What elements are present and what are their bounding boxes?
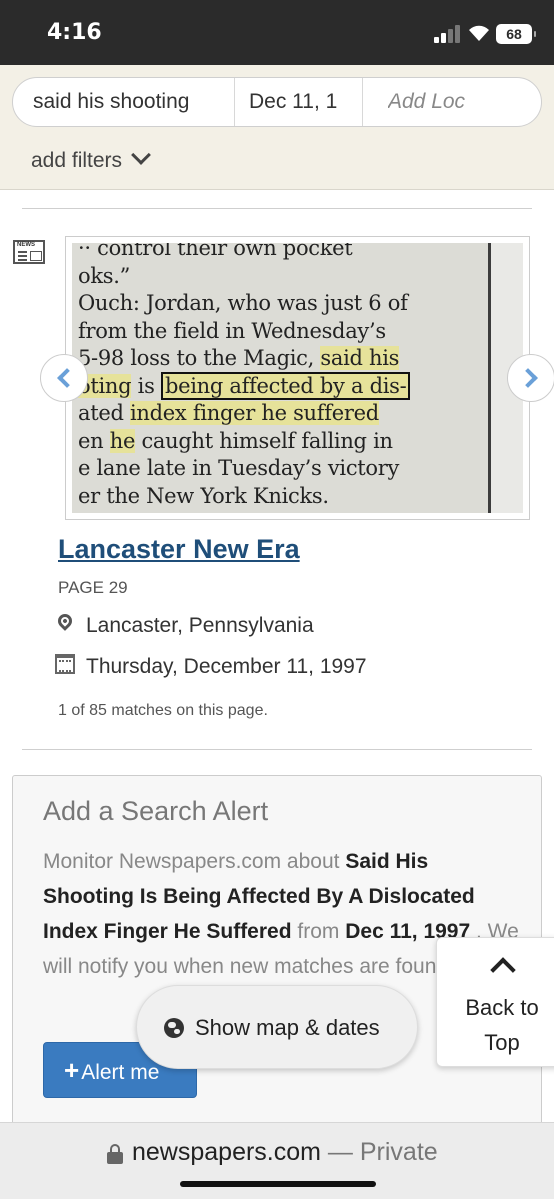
publication-date: Thursday, December 11, 1997 xyxy=(86,655,367,678)
browser-url-bar[interactable]: newspapers.com — Private xyxy=(0,1122,554,1199)
show-map-dates-button[interactable]: Show map & dates xyxy=(136,985,418,1069)
url-private: — Private xyxy=(320,1138,438,1166)
show-map-label: Show map & dates xyxy=(195,1015,380,1040)
clip-text-line: oting is being affected by a dis- xyxy=(78,371,411,400)
chevron-up-icon xyxy=(490,957,516,983)
clip-text-area: ·· control their own pocket oks.” Ouch: Jo… xyxy=(72,243,523,513)
clip-text: er the New York Knicks. xyxy=(78,483,329,508)
battery-icon: 68 xyxy=(496,24,536,44)
home-indicator xyxy=(180,1181,376,1187)
calendar-icon xyxy=(55,654,75,674)
clip-text: Ouch: Jordan, who was just 6 of xyxy=(78,291,408,315)
url-text: newspapers.com — Private xyxy=(132,1138,438,1167)
clip-text: ·· control their own pocket xyxy=(78,243,353,260)
url-domain: newspapers.com xyxy=(132,1138,321,1166)
clip-text-line: Ouch: Jordan, who was just 6 of xyxy=(78,290,408,316)
status-bar: 4:16 68 xyxy=(0,0,554,65)
chevron-down-icon xyxy=(131,145,151,165)
search-header: said his shooting Dec 11, 1 Add Loc add … xyxy=(0,65,554,190)
clip-text: e lane late in Tuesday’s victory xyxy=(78,456,400,480)
clip-text: from the field in Wednesday’s xyxy=(78,318,386,343)
clip-text-line: er the New York Knicks. xyxy=(78,483,329,509)
clip-highlight: he xyxy=(109,428,136,453)
clip-text: 5-98 loss to the Magic, xyxy=(78,346,321,370)
clip-text: caught himself falling in xyxy=(135,428,393,453)
alert-title: Add a Search Alert xyxy=(43,796,269,826)
search-query-input[interactable]: said his shooting xyxy=(33,78,233,126)
divider xyxy=(22,208,532,209)
search-location-input[interactable]: Add Loc xyxy=(388,78,528,126)
clip-text-line: en he caught himself falling in xyxy=(78,428,393,454)
add-filters-toggle[interactable]: add filters xyxy=(31,145,151,173)
search-box: said his shooting Dec 11, 1 Add Loc xyxy=(12,77,542,127)
back-to-top-label: Back to Top xyxy=(465,995,539,1055)
clip-highlight: index finger he suffered xyxy=(130,401,379,425)
clip-text: ated xyxy=(78,401,131,425)
clip-text-line: ·· control their own pocket xyxy=(78,243,353,261)
back-to-top-button[interactable]: Back to Top xyxy=(436,937,554,1067)
alert-intro: Monitor Newspapers.com about xyxy=(43,850,346,873)
clip-text-line: from the field in Wednesday’s xyxy=(78,318,386,344)
next-match-button[interactable] xyxy=(507,354,554,402)
signal-icon xyxy=(434,25,462,43)
newspaper-clip-image[interactable]: ·· control their own pocket oks.” Ouch: Jo… xyxy=(65,236,530,520)
add-filters-label: add filters xyxy=(31,149,123,172)
clip-text-line: 5-98 loss to the Magic, said his xyxy=(78,345,399,371)
previous-match-button[interactable] xyxy=(40,354,88,402)
clip-highlight: said his xyxy=(320,346,400,370)
clip-text-line: e lane late in Tuesday’s victory xyxy=(78,455,399,481)
chevron-left-icon xyxy=(57,368,77,388)
divider xyxy=(22,749,532,750)
match-count: 1 of 85 matches on this page. xyxy=(58,702,268,719)
divider xyxy=(362,78,363,126)
globe-icon xyxy=(164,1018,184,1038)
location-pin-icon xyxy=(55,611,75,631)
newspaper-icon: NEWS xyxy=(13,240,45,264)
search-date-input[interactable]: Dec 11, 1 xyxy=(249,78,361,126)
clip-text-line: oks.” xyxy=(78,263,130,289)
clip-text: is xyxy=(131,373,161,398)
divider xyxy=(234,78,235,126)
chevron-right-icon xyxy=(518,368,538,388)
lock-icon xyxy=(107,1144,123,1164)
status-time: 4:16 xyxy=(47,20,102,45)
publication-title-link[interactable]: Lancaster New Era xyxy=(58,534,300,565)
clip-text: oks.” xyxy=(78,263,131,288)
clip-text-line: ated index finger he suffered xyxy=(78,400,379,426)
alert-from: from xyxy=(291,920,346,943)
alert-me-label: Alert me xyxy=(81,1061,160,1084)
wifi-icon xyxy=(469,25,489,41)
page-number: PAGE 29 xyxy=(58,578,128,597)
publication-location: Lancaster, Pennsylvania xyxy=(86,614,314,637)
clip-match-box: being affected by a dis- xyxy=(160,371,411,400)
plus-icon: + xyxy=(64,1055,80,1085)
clip-text: en xyxy=(78,428,110,453)
